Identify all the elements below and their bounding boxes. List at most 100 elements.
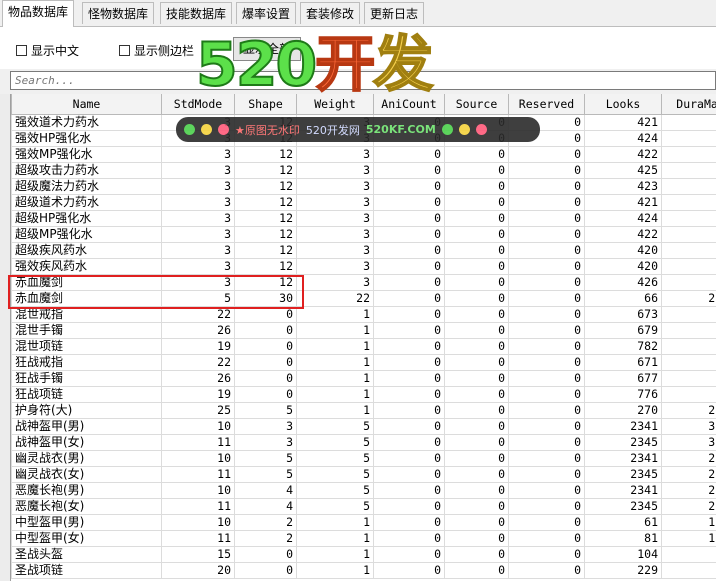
item-name-cell[interactable]: 中型盔甲(男) xyxy=(11,514,162,531)
item-name-cell[interactable]: 超级道术力药水 xyxy=(11,194,162,211)
item-name-cell[interactable]: 战神盔甲(男) xyxy=(11,418,162,435)
item-name-cell[interactable]: 赤血魔剑 xyxy=(11,290,162,307)
table-cell[interactable]: 5 xyxy=(296,434,374,451)
table-cell[interactable]: 12 xyxy=(234,146,297,163)
table-cell[interactable]: 677 xyxy=(584,370,662,387)
table-row[interactable]: 恶魔长袍(女)114500023452800 xyxy=(11,498,716,515)
column-header-source[interactable]: Source xyxy=(444,94,509,115)
table-cell[interactable]: 3 xyxy=(161,146,235,163)
item-name-cell[interactable]: 强效MP强化水 xyxy=(11,146,162,163)
item-name-cell[interactable]: 狂战戒指 xyxy=(11,354,162,371)
table-cell[interactable]: 0 xyxy=(444,178,509,195)
table-cell[interactable]: 2800 xyxy=(661,466,716,483)
column-header-duramax[interactable]: DuraMax xyxy=(661,94,716,115)
table-cell[interactable]: 12 xyxy=(234,162,297,179)
table-cell[interactable]: 2800 xyxy=(661,498,716,515)
item-name-cell[interactable]: 恶魔长袍(男) xyxy=(11,482,162,499)
table-cell[interactable]: 1 xyxy=(296,514,374,531)
table-cell[interactable]: 0 xyxy=(508,306,585,323)
item-name-cell[interactable]: 混世手镯 xyxy=(11,322,162,339)
table-cell[interactable]: 0 xyxy=(373,338,445,355)
column-header-weight[interactable]: Weight xyxy=(296,94,374,115)
tab-items-db[interactable]: 物品数据库 xyxy=(2,0,75,27)
table-cell[interactable]: 3 xyxy=(296,178,374,195)
table-row[interactable]: 战神盔甲(男)103500023413000 xyxy=(11,418,716,435)
table-cell[interactable] xyxy=(661,258,716,275)
table-row[interactable]: 超级道术力药水 3 12 3 0 0 0 421 xyxy=(11,194,716,211)
table-cell[interactable]: 0 xyxy=(444,242,509,259)
table-row[interactable]: 中型盔甲(男)1021000611200 xyxy=(11,514,716,531)
table-cell[interactable]: 3 xyxy=(161,274,235,291)
table-cell[interactable]: 3 xyxy=(234,434,297,451)
table-cell[interactable]: 19 xyxy=(161,386,235,403)
table-cell[interactable]: 426 xyxy=(584,274,662,291)
table-cell[interactable]: 5 xyxy=(296,482,374,499)
item-name-cell[interactable]: 恶魔长袍(女) xyxy=(11,498,162,515)
table-row[interactable]: 混世戒指2201000673800 xyxy=(11,306,716,323)
table-cell[interactable]: 420 xyxy=(584,258,662,275)
table-cell[interactable]: 0 xyxy=(444,130,509,147)
table-cell[interactable]: 0 xyxy=(508,370,585,387)
table-cell[interactable]: 10 xyxy=(161,418,235,435)
table-cell[interactable]: 679 xyxy=(584,322,662,339)
item-name-cell[interactable]: 超级MP强化水 xyxy=(11,226,162,243)
table-cell[interactable]: 10 xyxy=(161,514,235,531)
table-cell[interactable]: 0 xyxy=(508,146,585,163)
table-cell[interactable]: 3 xyxy=(161,178,235,195)
table-cell[interactable]: 3 xyxy=(161,130,235,147)
tab-drop-rate[interactable]: 爆率设置 xyxy=(236,2,297,24)
table-cell[interactable]: 700 xyxy=(661,546,716,563)
table-cell[interactable]: 26 xyxy=(161,370,235,387)
table-cell[interactable]: 22 xyxy=(161,306,235,323)
table-cell[interactable]: 22 xyxy=(296,290,374,307)
table-cell[interactable]: 3 xyxy=(296,258,374,275)
table-cell[interactable]: 12 xyxy=(234,258,297,275)
table-cell[interactable]: 0 xyxy=(234,306,297,323)
table-cell[interactable]: 1200 xyxy=(661,514,716,531)
table-cell[interactable]: 2 xyxy=(234,530,297,547)
table-cell[interactable]: 0 xyxy=(444,322,509,339)
item-name-cell[interactable]: 超级疾风药水 xyxy=(11,242,162,259)
table-cell[interactable]: 0 xyxy=(373,546,445,563)
table-cell[interactable]: 0 xyxy=(508,498,585,515)
table-cell[interactable]: 420 xyxy=(584,242,662,259)
item-name-cell[interactable]: 狂战项链 xyxy=(11,386,162,403)
table-cell[interactable]: 0 xyxy=(444,306,509,323)
table-cell[interactable]: 0 xyxy=(444,562,509,579)
table-row[interactable]: 强效道术力药水 3 12 3 0 0 0 421 xyxy=(11,114,716,131)
table-cell[interactable]: 0 xyxy=(508,226,585,243)
table-cell[interactable]: 782 xyxy=(584,338,662,355)
table-cell[interactable] xyxy=(661,146,716,163)
table-cell[interactable]: 0 xyxy=(508,114,585,131)
table-row[interactable]: 狂战戒指2201000671800 xyxy=(11,354,716,371)
table-cell[interactable]: 0 xyxy=(373,354,445,371)
column-header-reserved[interactable]: Reserved xyxy=(508,94,585,115)
table-cell[interactable]: 2345 xyxy=(584,466,662,483)
table-cell[interactable]: 0 xyxy=(508,178,585,195)
table-cell[interactable]: 3 xyxy=(161,114,235,131)
table-cell[interactable]: 0 xyxy=(508,338,585,355)
table-cell[interactable]: 0 xyxy=(508,514,585,531)
search-input[interactable] xyxy=(10,71,716,90)
table-row[interactable]: 超级疾风药水 3 12 3 0 0 0 420 xyxy=(11,242,716,259)
item-name-cell[interactable]: 幽灵战衣(男) xyxy=(11,450,162,467)
table-cell[interactable]: 26 xyxy=(161,322,235,339)
table-row[interactable]: 混世项链1901000782800 xyxy=(11,338,716,355)
table-cell[interactable]: 229 xyxy=(584,562,662,579)
table-row[interactable]: 圣战项链2001000229700 xyxy=(11,562,716,579)
item-name-cell[interactable]: 护身符(大) xyxy=(11,402,162,419)
table-cell[interactable] xyxy=(661,242,716,259)
table-cell[interactable]: 0 xyxy=(373,114,445,131)
item-name-cell[interactable]: 超级魔法力药水 xyxy=(11,178,162,195)
table-cell[interactable]: 0 xyxy=(508,130,585,147)
table-row[interactable]: 超级魔法力药水 3 12 3 0 0 0 423 xyxy=(11,178,716,195)
table-cell[interactable]: 0 xyxy=(444,226,509,243)
table-cell[interactable]: 0 xyxy=(373,514,445,531)
table-cell[interactable]: 0 xyxy=(373,226,445,243)
items-grid[interactable]: Name StdMode Shape Weight AniCount Sourc… xyxy=(10,94,716,581)
table-row[interactable]: 混世手镯2601000679800 xyxy=(11,322,716,339)
table-row[interactable]: 狂战项链1901000776800 xyxy=(11,386,716,403)
table-row[interactable]: 赤血魔剑 3 12 3 0 0 0 426 xyxy=(11,274,716,291)
table-cell[interactable]: 0 xyxy=(373,386,445,403)
table-cell[interactable] xyxy=(661,274,716,291)
